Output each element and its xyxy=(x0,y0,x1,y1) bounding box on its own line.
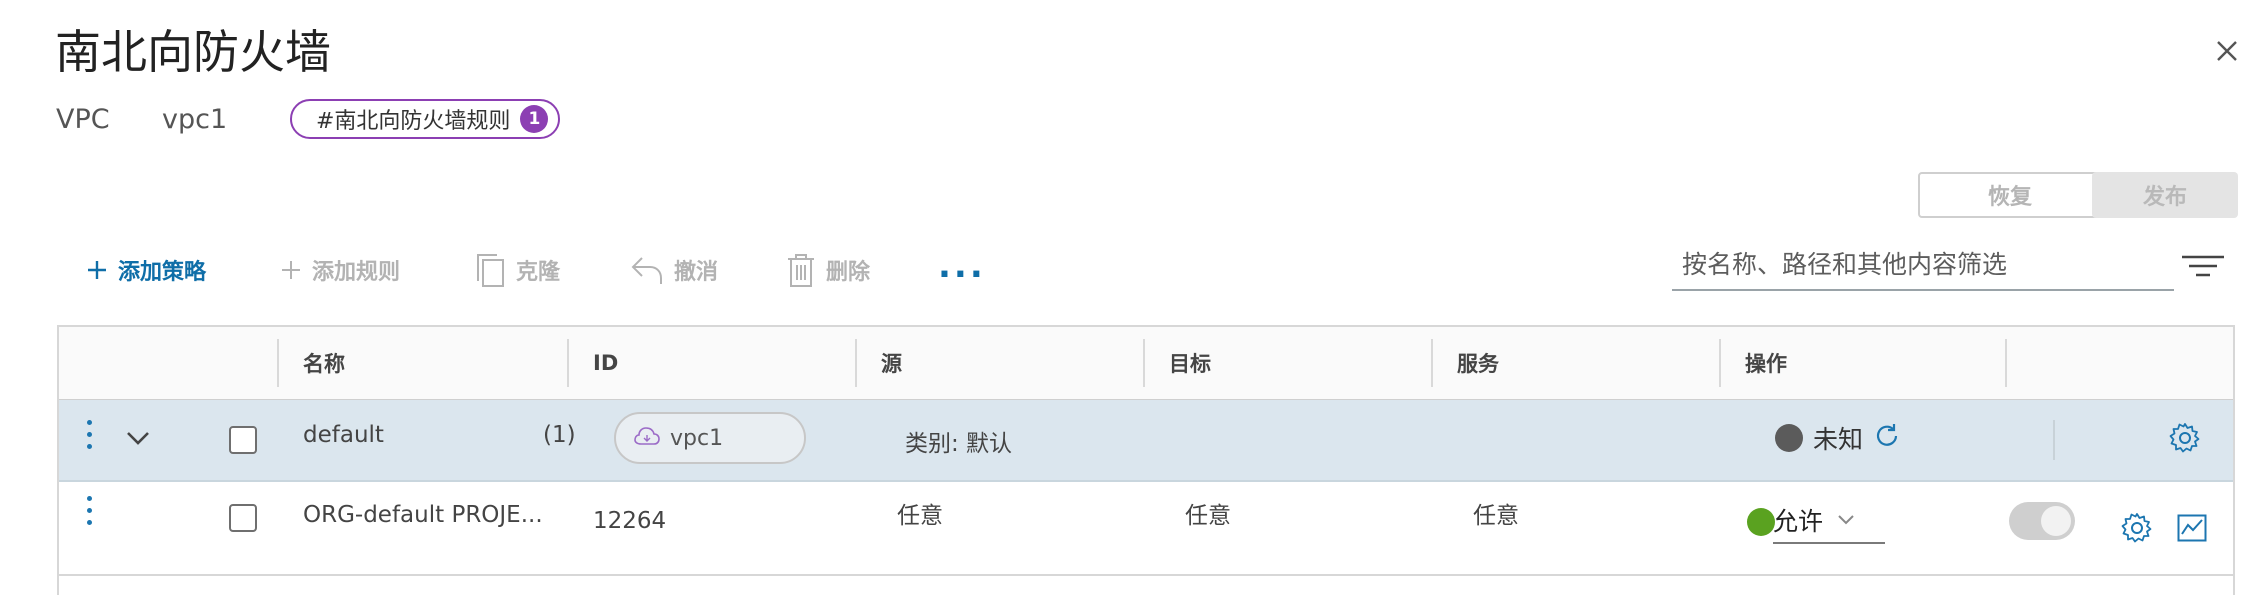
rule-enable-toggle[interactable] xyxy=(2009,502,2075,540)
table-header: 名称 ID 源 目标 服务 操作 xyxy=(59,327,2233,401)
rule-count-badge: 1 xyxy=(520,105,549,133)
gear-icon[interactable] xyxy=(2169,422,2201,454)
refresh-icon[interactable] xyxy=(1873,422,1901,450)
delete-button[interactable]: 删除 xyxy=(786,250,870,290)
policy-rule-count: (1) xyxy=(543,422,576,448)
trash-icon xyxy=(788,254,814,287)
add-rule-label: 添加规则 xyxy=(312,260,401,285)
stats-chart-icon[interactable] xyxy=(2177,514,2207,542)
rule-id: 12264 xyxy=(593,508,667,534)
policy-category: 类别: 默认 xyxy=(905,431,1013,457)
drag-handle-icon[interactable] xyxy=(87,496,93,532)
policy-status: 未知 xyxy=(1813,425,1864,454)
close-icon[interactable] xyxy=(2212,36,2242,66)
clone-button[interactable]: 克隆 xyxy=(474,250,560,290)
applied-to-chip[interactable]: vpc1 xyxy=(614,412,806,464)
action-select[interactable]: 允许 xyxy=(1773,498,1885,544)
applied-to-label: vpc1 xyxy=(670,425,724,451)
rule-destination[interactable]: 任意 xyxy=(1185,496,1231,530)
chevron-down-icon xyxy=(1838,515,1854,525)
gear-icon[interactable] xyxy=(2121,512,2153,544)
column-destination[interactable]: 目标 xyxy=(1145,327,1433,399)
plus-icon xyxy=(282,261,300,279)
more-actions-button[interactable]: ... xyxy=(938,246,986,286)
rule-tag-label: #南北向防火墙规则 xyxy=(316,109,511,134)
publish-button[interactable]: 发布 xyxy=(2092,172,2238,218)
rule-row[interactable]: ORG-default PROJE... 12264 任意 任意 任意 允许 xyxy=(59,482,2233,576)
policy-row[interactable]: default (1) vpc1 类别: 默认 未知 xyxy=(59,400,2233,482)
rule-service[interactable]: 任意 xyxy=(1473,496,1519,530)
column-source[interactable]: 源 xyxy=(857,327,1145,399)
add-rule-button[interactable]: 添加规则 xyxy=(280,250,400,290)
rule-source[interactable]: 任意 xyxy=(897,496,943,530)
copy-icon xyxy=(477,254,504,287)
clone-label: 克隆 xyxy=(516,260,561,285)
add-policy-label: 添加策略 xyxy=(118,260,207,285)
chevron-down-icon[interactable] xyxy=(125,428,151,448)
plus-icon xyxy=(88,261,106,279)
column-service[interactable]: 服务 xyxy=(1433,327,1721,399)
filter-field[interactable] xyxy=(1672,243,2174,291)
policy-checkbox[interactable] xyxy=(229,426,257,454)
add-policy-button[interactable]: 添加策略 xyxy=(86,250,206,290)
column-name[interactable]: 名称 xyxy=(279,327,569,399)
status-allow-icon xyxy=(1747,508,1775,536)
vpc-label: VPC xyxy=(56,104,110,135)
cloud-icon xyxy=(634,427,660,445)
rules-table: 名称 ID 源 目标 服务 操作 default (1) vpc1 类别: 默认… xyxy=(57,325,2235,595)
undo-button[interactable]: 撤消 xyxy=(630,250,718,290)
drag-handle-icon[interactable] xyxy=(87,420,93,456)
page-title: 南北向防火墙 xyxy=(55,25,331,79)
filter-icon[interactable] xyxy=(2180,248,2226,284)
column-id[interactable]: ID xyxy=(569,327,857,399)
column-action[interactable]: 操作 xyxy=(1721,327,2009,399)
undo-label: 撤消 xyxy=(674,260,719,285)
action-value: 允许 xyxy=(1773,507,1824,536)
rule-tag[interactable]: #南北向防火墙规则 1 xyxy=(290,99,561,139)
vpc-value: vpc1 xyxy=(162,104,228,135)
status-unknown-icon xyxy=(1775,424,1803,452)
revert-button[interactable]: 恢复 xyxy=(1918,172,2102,218)
rule-name[interactable]: ORG-default PROJE... xyxy=(303,502,543,528)
filter-input[interactable] xyxy=(1672,243,2174,285)
undo-icon xyxy=(631,257,662,284)
policy-name: default xyxy=(303,422,384,448)
delete-label: 删除 xyxy=(826,260,871,285)
rule-checkbox[interactable] xyxy=(229,504,257,532)
